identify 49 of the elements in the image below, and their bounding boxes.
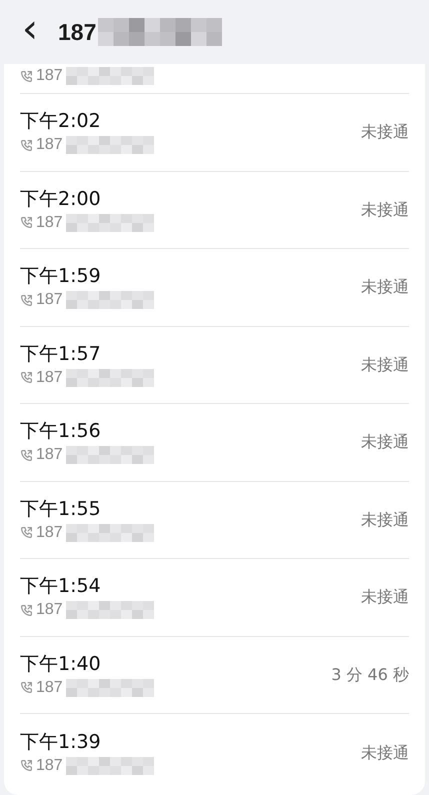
phone-number: 187 (36, 368, 63, 388)
phone-number: 187 (36, 600, 63, 620)
outgoing-call-icon (20, 681, 33, 694)
outgoing-call-icon (20, 294, 33, 307)
phone-number: 187 (36, 756, 63, 776)
back-button[interactable]: ‹ (22, 9, 38, 49)
outgoing-call-icon (20, 216, 33, 230)
call-time: 下午1:55 (20, 496, 102, 521)
call-record[interactable]: 下午2:00 187 未接通 (20, 172, 409, 249)
call-record[interactable]: 下午1:39 187 未接通 (20, 714, 409, 792)
call-status: 未接通 (361, 276, 409, 298)
outgoing-call-icon (20, 371, 33, 384)
outgoing-call-icon (20, 448, 33, 462)
contact-title: 187 (58, 18, 96, 47)
phone-number: 187 (36, 522, 63, 543)
call-record[interactable]: 下午2:02 187 未接通 (20, 94, 409, 172)
phone-number: 187 (36, 66, 63, 86)
call-status: 未接通 (361, 121, 409, 144)
call-time: 下午1:57 (20, 342, 102, 366)
outgoing-call-icon (20, 70, 33, 82)
call-record[interactable]: 下午1:55 187 未接通 (20, 482, 409, 559)
phone-number: 187 (36, 678, 63, 698)
call-status: 未接通 (361, 742, 409, 764)
call-status: 未接通 (361, 198, 409, 221)
call-time: 下午1:40 (20, 652, 102, 676)
outgoing-call-icon (20, 138, 33, 152)
call-time: 下午2:00 (20, 186, 102, 211)
call-record[interactable]: 下午1:57 187 未接通 (20, 326, 409, 404)
phone-number: 187 (36, 290, 63, 310)
call-time: 下午1:59 (20, 264, 102, 288)
call-time: 下午1:56 (20, 419, 102, 444)
call-status: 未接通 (361, 586, 409, 608)
call-time: 下午1:54 (20, 574, 102, 598)
outgoing-call-icon (20, 526, 33, 540)
call-record[interactable]: 下午1:59 187 未接通 (20, 249, 409, 326)
call-record[interactable]: 下午1:54 187 未接通 (20, 559, 409, 636)
outgoing-call-icon (20, 604, 33, 617)
phone-number: 187 (36, 135, 63, 156)
call-status: 3 分 46 秒 (331, 664, 409, 686)
call-record[interactable]: 下午1:56 187 未接通 (20, 404, 409, 482)
call-status: 未接通 (361, 354, 409, 376)
call-time: 下午2:02 (20, 109, 102, 134)
phone-number: 187 (36, 212, 63, 233)
call-status: 未接通 (361, 431, 409, 454)
call-time: 下午1:39 (20, 730, 102, 754)
phone-number: 187 (36, 445, 63, 466)
call-record[interactable]: 下午1:40 187 3 分 46 秒 (20, 636, 409, 714)
call-status: 未接通 (361, 508, 409, 531)
outgoing-call-icon (20, 759, 33, 772)
